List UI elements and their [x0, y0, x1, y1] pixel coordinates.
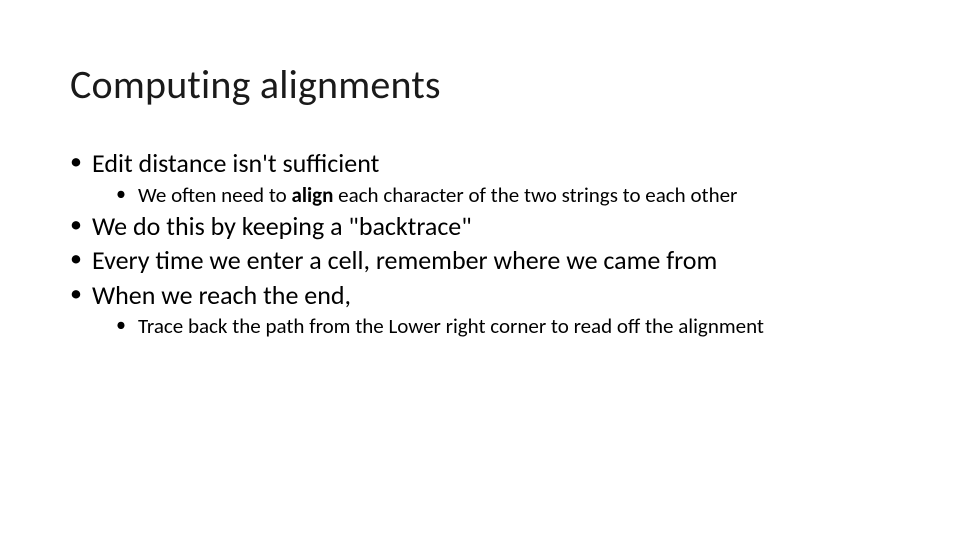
bullet-text-bold: align: [291, 182, 333, 208]
list-item: When we reach the end, Trace back the pa…: [70, 279, 890, 340]
bullet-text: each character of the two strings to eac…: [333, 182, 737, 208]
bullet-text: We do this by keeping a "backtrace": [92, 210, 472, 242]
list-item: We do this by keeping a "backtrace": [70, 210, 890, 243]
list-item: We often need to align each character of…: [92, 182, 890, 208]
bullet-list: Edit distance isn't sufficient We often …: [70, 147, 890, 340]
bullet-text: When we reach the end,: [92, 279, 351, 311]
bullet-text: Trace back the path from the Lower right…: [138, 313, 764, 339]
list-item: Trace back the path from the Lower right…: [92, 313, 890, 339]
bullet-text: Edit distance isn't sufficient: [92, 147, 379, 179]
page-title: Computing alignments: [70, 60, 890, 109]
bullet-text: Every time we enter a cell, remember whe…: [92, 244, 717, 276]
slide: Computing alignments Edit distance isn't…: [0, 0, 960, 540]
list-item: Every time we enter a cell, remember whe…: [70, 244, 890, 277]
list-item: Edit distance isn't sufficient We often …: [70, 147, 890, 208]
bullet-text: We often need to: [138, 182, 291, 208]
